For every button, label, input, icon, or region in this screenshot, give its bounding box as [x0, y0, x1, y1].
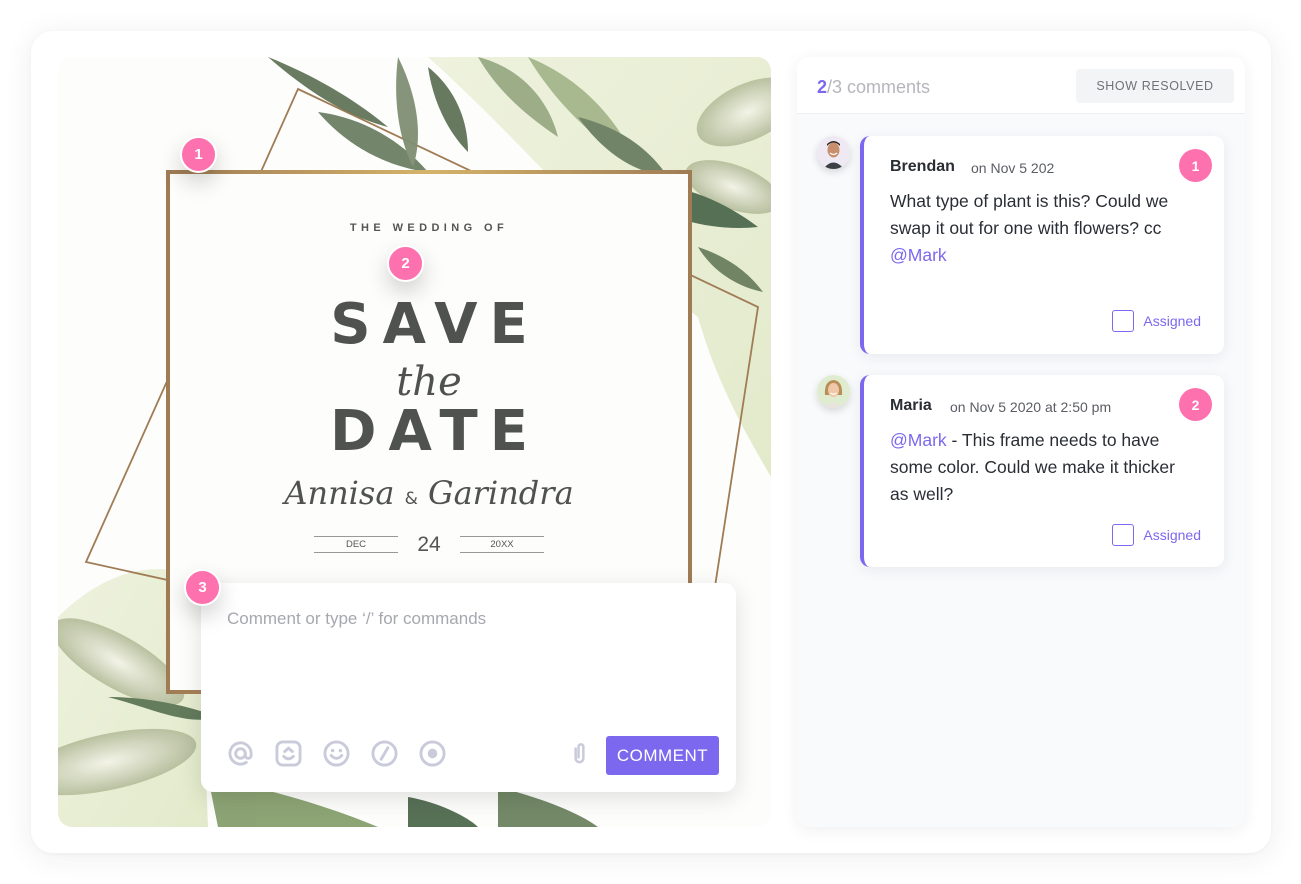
assign-icon[interactable]	[275, 740, 302, 767]
comment-timestamp: on Nov 5 202	[971, 160, 1055, 176]
paperclip-icon[interactable]	[566, 740, 593, 767]
invite-heading-date: DATE	[330, 399, 540, 464]
assign-toggle[interactable]: Assigned	[1112, 524, 1201, 546]
invite-day: 24	[417, 533, 441, 556]
invite-names: Annisa & Garindra	[168, 477, 690, 509]
avatar-maria	[817, 375, 850, 408]
comments-header: 2/3 comments SHOW RESOLVED	[797, 57, 1245, 114]
composer-toolbar	[227, 740, 446, 767]
annotation-pin-2[interactable]: 2	[387, 245, 424, 282]
mention-icon[interactable]	[227, 740, 254, 767]
mention-link[interactable]: @Mark	[890, 430, 947, 450]
invite-heading-save: SAVE	[330, 292, 540, 357]
comment-composer: Comment or type ‘/’ for commands COMMENT	[201, 583, 736, 792]
comment-author: Brendan	[890, 158, 955, 175]
invite-name-1: Annisa	[284, 474, 395, 512]
comment-count-current: 2	[817, 77, 828, 97]
assign-label: Assigned	[1143, 527, 1201, 543]
invite-ampersand: &	[404, 489, 418, 509]
comment-author: Maria	[890, 397, 932, 414]
emoji-icon[interactable]	[323, 740, 350, 767]
assign-toggle[interactable]: Assigned	[1112, 310, 1201, 332]
comment-pin-number[interactable]: 1	[1179, 149, 1212, 182]
comment-text: @Mark - This frame needs to have some co…	[890, 430, 1175, 504]
comment-timestamp: on Nov 5 2020 at 2:50 pm	[950, 399, 1112, 415]
invite-date-row: DEC 24 20XX	[314, 533, 544, 557]
invite-name-2: Garindra	[428, 474, 574, 512]
record-icon[interactable]	[419, 740, 446, 767]
invite-heading-the: the	[396, 359, 462, 405]
assign-checkbox[interactable]	[1112, 524, 1135, 546]
invite-subtitle: THE WEDDING OF	[349, 222, 509, 234]
comment-submit-button[interactable]: COMMENT	[606, 736, 719, 775]
comment-input[interactable]: Comment or type ‘/’ for commands	[227, 609, 486, 629]
comment-text: What type of plant is this? Could we swa…	[890, 191, 1169, 265]
comment-count: 2/3 comments	[817, 77, 930, 98]
mention-link[interactable]: @Mark	[890, 245, 947, 265]
annotation-pin-1[interactable]: 1	[180, 136, 217, 173]
annotation-pin-3[interactable]: 3	[184, 569, 221, 606]
comment-card[interactable]: Brendan on Nov 5 202 1 What type of plan…	[860, 136, 1224, 354]
comment-count-total: /3 comments	[827, 77, 931, 97]
comment-card[interactable]: Maria on Nov 5 2020 at 2:50 pm 2 @Mark -…	[860, 375, 1224, 567]
show-resolved-button[interactable]: SHOW RESOLVED	[1076, 69, 1234, 103]
invite-month: DEC	[314, 536, 398, 553]
assign-label: Assigned	[1143, 313, 1201, 329]
invite-year: 20XX	[460, 536, 544, 553]
comments-panel: 2/3 comments SHOW RESOLVED Brendan on No…	[797, 57, 1245, 827]
comment-pin-number[interactable]: 2	[1179, 388, 1212, 421]
assign-checkbox[interactable]	[1112, 310, 1135, 332]
avatar-brendan	[817, 136, 850, 169]
slash-command-icon[interactable]	[371, 740, 398, 767]
